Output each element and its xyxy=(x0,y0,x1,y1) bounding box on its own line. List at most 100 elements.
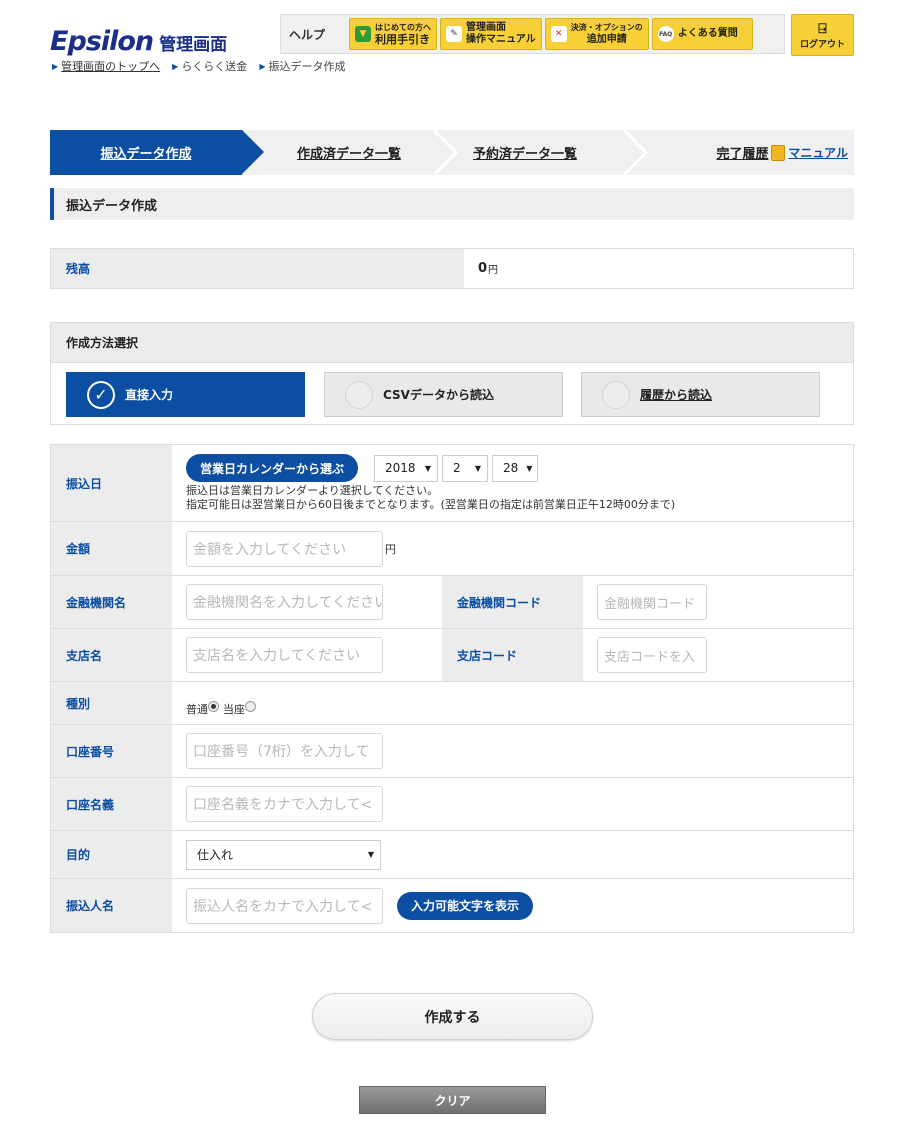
account-number-label: 口座番号 xyxy=(51,725,172,777)
epsilon-logo[interactable]: Epsilon 管理画面 xyxy=(50,26,227,57)
method-option-label: 直接入力 xyxy=(125,388,174,402)
month-select[interactable]: 2 ▼ xyxy=(442,454,489,482)
manual-link-label: マニュアル xyxy=(788,146,848,160)
row-account-number: 口座番号 口座番号（7桁）を入力して xyxy=(51,725,853,778)
account-type-touza-radio[interactable] xyxy=(245,700,256,712)
calendar-button[interactable]: 営業日カレンダーから選ぶ xyxy=(186,454,359,482)
logo-mark: Epsilon xyxy=(50,26,154,57)
day-select[interactable]: 28 ▼ xyxy=(492,454,539,482)
guide-line2: 利用手引き xyxy=(375,33,430,46)
help-label: ヘルプ xyxy=(289,27,326,42)
balance-unit: 円 xyxy=(488,265,499,276)
row-sender-name: 振込人名 振込人名をカナで入力して< 入力可能文字を表示 xyxy=(51,879,853,932)
method-option-history[interactable]: 履歴から読込 xyxy=(581,372,820,417)
row-amount: 金額 金額を入力してください 円 xyxy=(51,522,853,576)
logout-label: ログアウト xyxy=(799,39,845,50)
row-account-name: 口座名義 口座名義をカナで入力して< xyxy=(51,778,853,831)
manual-link[interactable]: マニュアル xyxy=(771,130,848,175)
exit-door-icon: ⍈ xyxy=(818,20,827,37)
method-option-label: 履歴から読込 xyxy=(640,388,713,402)
faq-button[interactable]: FAQ よくある質問 xyxy=(651,18,753,50)
breadcrumb-label: 振込データ作成 xyxy=(268,60,346,73)
tools-icon: ✕ xyxy=(550,26,567,42)
row-transfer-date: 振込日 営業日カレンダーから選ぶ 2018 ▼ 2 ▼ 28 ▼ 振込日は営業日カレン… xyxy=(51,445,853,522)
manual-line1: 管理画面 xyxy=(466,22,506,33)
faq-icon: FAQ xyxy=(657,26,674,42)
breadcrumb-item-current: ▶ 振込データ作成 xyxy=(259,58,345,74)
method-option-direct[interactable]: ✓ 直接入力 xyxy=(66,372,305,417)
transfer-date-note-1: 振込日は営業日カレンダーより選択してください。 xyxy=(186,484,439,497)
account-number-input[interactable]: 口座番号（7桁）を入力して xyxy=(186,733,383,769)
breadcrumb-item-top[interactable]: ▶ 管理画面のトップへ xyxy=(52,58,160,74)
bank-code-label: 金融機関コード xyxy=(442,576,583,628)
transfer-date-note-2: 指定可能日は翌営業日から60日後までとなります。(翌営業日の指定は前営業日正午1… xyxy=(186,498,676,511)
row-branch: 支店名 支店名を入力してください 支店コード 支店コードを入 xyxy=(51,629,853,682)
logout-button[interactable]: ⍈ ログアウト xyxy=(791,14,854,56)
sender-name-label: 振込人名 xyxy=(51,879,172,932)
branch-name-input[interactable]: 支店名を入力してください xyxy=(186,637,383,673)
amount-input[interactable]: 金額を入力してください xyxy=(186,530,383,567)
show-allowed-chars-button[interactable]: 入力可能文字を表示 xyxy=(397,891,534,920)
account-name-label: 口座名義 xyxy=(51,778,172,830)
row-account-type: 種別 普通 当座 xyxy=(51,682,853,725)
step-created-list[interactable]: 作成済データ一覧 xyxy=(264,130,434,175)
row-bank: 金融機関名 金融機関名を入力してください 金融機関コード 金融機関コード xyxy=(51,576,853,629)
branch-code-label: 支店コード xyxy=(442,629,583,681)
triangle-right-icon: ▶ xyxy=(259,61,266,71)
book-icon xyxy=(771,144,786,161)
purpose-value: 仕入れ xyxy=(197,848,234,862)
beginner-leaf-icon: ▼ xyxy=(355,26,371,42)
transfer-form: 振込日 営業日カレンダーから選ぶ 2018 ▼ 2 ▼ 28 ▼ 振込日は営業日カレン… xyxy=(50,444,854,933)
balance-amount: 0 xyxy=(478,261,488,276)
method-options: ✓ 直接入力 CSVデータから読込 履歴から読込 xyxy=(51,363,853,425)
breadcrumb-item-rakuraku: ▶ らくらく送金 xyxy=(172,58,247,74)
circle-icon xyxy=(345,380,373,409)
account-name-input[interactable]: 口座名義をカナで入力して< xyxy=(186,786,383,822)
year-select[interactable]: 2018 ▼ xyxy=(374,454,439,482)
branch-code-input[interactable]: 支店コードを入 xyxy=(597,637,707,673)
triangle-right-icon: ▶ xyxy=(52,61,59,71)
manual-button[interactable]: ✎ 管理画面 操作マニュアル xyxy=(440,18,542,50)
step-create[interactable]: 振込データ作成 xyxy=(50,130,242,175)
pencil-icon: ✎ xyxy=(446,26,462,42)
circle-icon xyxy=(602,380,630,409)
breadcrumb-link[interactable]: 管理画面のトップへ xyxy=(61,58,160,74)
method-select-panel: 作成方法選択 ✓ 直接入力 CSVデータから読込 履歴から読込 xyxy=(50,322,854,425)
step-history[interactable]: 完了履歴 xyxy=(705,130,780,175)
step-separator xyxy=(624,130,648,175)
purpose-label: 目的 xyxy=(51,831,172,878)
breadcrumb: ▶ 管理画面のトップへ ▶ らくらく送金 ▶ 振込データ作成 xyxy=(52,58,345,74)
bank-name-input[interactable]: 金融機関名を入力してください xyxy=(186,584,383,620)
caret-down-icon: ▼ xyxy=(424,463,432,473)
triangle-right-icon: ▶ xyxy=(172,61,179,71)
purpose-select[interactable]: 仕入れ ▼ xyxy=(186,839,381,870)
amount-label: 金額 xyxy=(51,522,172,575)
day-value: 28 xyxy=(503,461,519,475)
bank-code-input[interactable]: 金融機関コード xyxy=(597,584,707,620)
balance-value: 0円 xyxy=(464,249,853,288)
step-navigation: 振込データ作成 作成済データ一覧 予約済データ一覧 完了履歴 マニュアル xyxy=(50,130,854,175)
account-type-touza-label: 当座 xyxy=(223,703,245,716)
clear-button[interactable]: クリア xyxy=(359,1086,546,1114)
caret-down-icon: ▼ xyxy=(367,850,374,859)
option-request-button[interactable]: ✕ 決済・オプションの 追加申請 xyxy=(544,18,649,50)
guide-button[interactable]: ▼ はじめての方へ 利用手引き xyxy=(349,18,437,50)
option-line2: 追加申請 xyxy=(586,34,627,45)
account-type-futsu-radio[interactable] xyxy=(208,700,219,712)
method-option-csv[interactable]: CSVデータから読込 xyxy=(324,372,563,417)
option-line1: 決済・オプションの xyxy=(570,23,643,32)
step-reserved-list[interactable]: 予約済データ一覧 xyxy=(450,130,600,175)
help-bar: ヘルプ ▼ はじめての方へ 利用手引き ✎ 管理画面 操作マニュアル ✕ 決済・オプ… xyxy=(280,14,785,54)
method-option-label: CSVデータから読込 xyxy=(383,388,494,402)
transfer-date-label: 振込日 xyxy=(51,445,172,521)
sender-name-input[interactable]: 振込人名をカナで入力して< xyxy=(186,887,383,924)
faq-label: よくある質問 xyxy=(677,28,738,39)
logo-subtitle: 管理画面 xyxy=(159,35,228,55)
month-value: 2 xyxy=(453,461,461,475)
caret-down-icon: ▼ xyxy=(474,463,482,473)
step-arrow xyxy=(242,130,264,174)
row-purpose: 目的 仕入れ ▼ xyxy=(51,831,853,879)
branch-name-label: 支店名 xyxy=(51,629,172,681)
section-title: 振込データ作成 xyxy=(50,188,854,220)
create-button[interactable]: 作成する xyxy=(312,993,593,1040)
